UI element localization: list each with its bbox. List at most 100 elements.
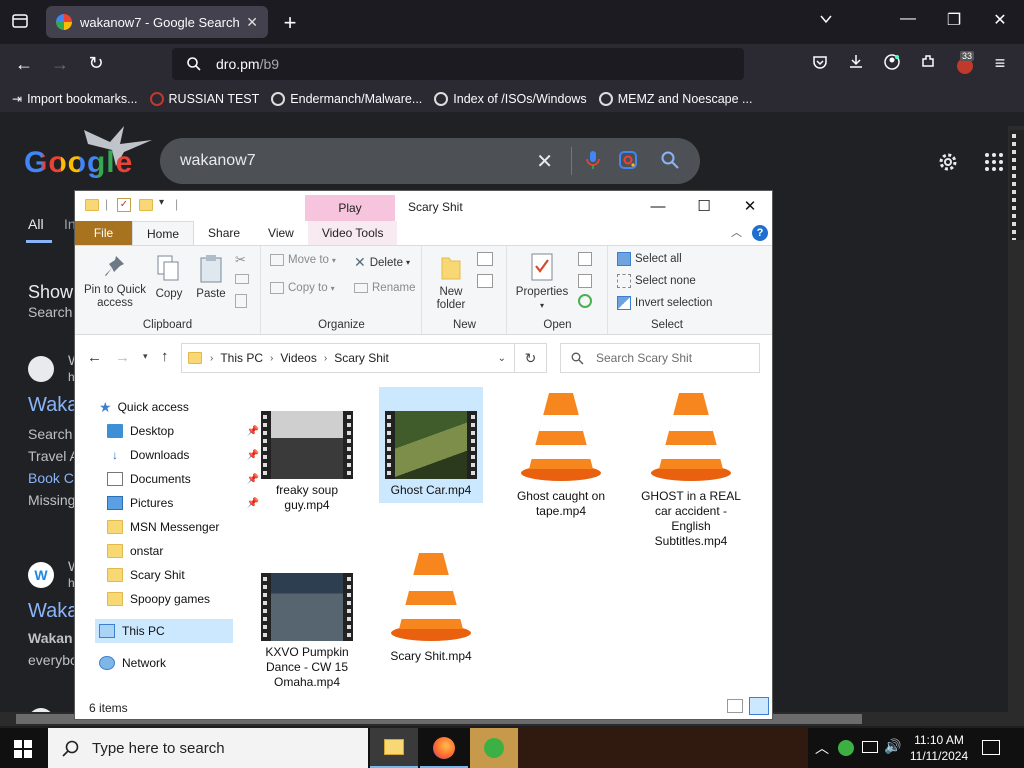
nav-downloads[interactable]: ↓ Downloads 📌	[107, 443, 263, 467]
paste-button[interactable]: Paste	[193, 254, 229, 301]
file-ghost-real-car-accident[interactable]: GHOST in a REAL car accident - English S…	[639, 389, 743, 549]
open-icon[interactable]	[578, 252, 592, 266]
details-view-icon[interactable]	[727, 699, 743, 713]
volume-icon[interactable]: 🔊	[884, 738, 902, 755]
msn-tray-icon[interactable]	[838, 740, 854, 756]
result2-link[interactable]: Waka	[28, 600, 78, 623]
new-folder-button[interactable]: New folder	[427, 252, 475, 312]
tab-video-tools[interactable]: Video Tools	[307, 221, 398, 245]
cut-icon[interactable]: ✂	[235, 252, 246, 268]
apps-grid-icon[interactable]	[984, 152, 1004, 175]
refresh-icon[interactable]: ↻	[515, 343, 547, 373]
bookmark-russian-test[interactable]: RUSSIAN TEST	[149, 92, 259, 106]
settings-gear-icon[interactable]	[936, 150, 960, 177]
extensions-icon[interactable]	[916, 53, 940, 74]
downloads-icon[interactable]	[844, 53, 868, 74]
breadcrumb-videos[interactable]: Videos	[280, 351, 316, 365]
collapse-ribbon-icon[interactable]: ︿	[731, 224, 742, 245]
paste-shortcut-icon[interactable]	[235, 294, 247, 308]
close-browser-icon[interactable]: ✕	[990, 10, 1010, 30]
copy-button[interactable]: Copy	[153, 254, 185, 301]
back-icon[interactable]: ←	[12, 54, 36, 75]
menu-hamburger-icon[interactable]: ≡	[988, 53, 1012, 74]
select-all-button[interactable]: Select all	[617, 252, 682, 266]
file-freaky-soup-guy[interactable]: freaky soup guy.mp4	[255, 411, 359, 513]
new-folder-icon[interactable]	[139, 199, 153, 211]
taskbar-search-box[interactable]: Type here to search	[48, 728, 368, 768]
file-ghost-caught-on-tape[interactable]: Ghost caught on tape.mp4	[509, 389, 613, 519]
network-tray-icon[interactable]	[862, 741, 878, 753]
url-bar[interactable]: dro.pm/b9	[172, 48, 744, 80]
reload-icon[interactable]: ↻	[84, 53, 108, 74]
chevron-down-icon[interactable]	[816, 12, 836, 31]
tab-view[interactable]: View	[254, 221, 308, 245]
up-arrow-icon[interactable]: ↑	[161, 348, 169, 365]
search-icon[interactable]	[660, 150, 680, 173]
chevron-up-icon[interactable]: ︿	[814, 738, 830, 758]
account-icon[interactable]	[880, 53, 904, 76]
move-to-button[interactable]: Move to ▾	[270, 254, 336, 266]
select-none-button[interactable]: Select none	[617, 274, 696, 288]
history-icon[interactable]	[578, 294, 592, 308]
file-ghost-car-selected[interactable]: Ghost Car.mp4	[379, 387, 483, 503]
clock[interactable]: 11:10 AM 11/11/2024	[906, 732, 972, 764]
restore-browser-icon[interactable]: ❐	[944, 10, 964, 30]
google-lens-icon[interactable]	[618, 150, 638, 173]
nav-desktop[interactable]: Desktop 📌	[107, 419, 263, 443]
bookmark-endermanch[interactable]: Endermanch/Malware...	[271, 92, 422, 106]
breadcrumb-this-pc[interactable]: This PC	[220, 351, 263, 365]
breadcrumb-scary-shit[interactable]: Scary Shit	[334, 351, 389, 365]
copy-to-button[interactable]: Copy to ▾	[270, 282, 335, 294]
properties-button[interactable]: Properties ▾	[512, 252, 572, 312]
pin-to-quick-access-button[interactable]: Pin to Quick access	[81, 254, 149, 310]
delete-button[interactable]: ✕ Delete ▾	[354, 254, 410, 271]
back-arrow-icon[interactable]: ←	[87, 349, 102, 366]
edit-icon[interactable]	[578, 274, 592, 288]
start-windows-icon[interactable]	[14, 740, 32, 761]
nav-scary-shit[interactable]: Scary Shit	[107, 563, 263, 587]
taskbar-msn[interactable]	[470, 728, 518, 768]
nav-pictures[interactable]: Pictures 📌	[107, 491, 263, 515]
taskbar-firefox[interactable]	[420, 728, 468, 768]
google-search-box[interactable]: wakanow7 ✕	[160, 138, 700, 184]
properties-check-icon[interactable]: ✓	[117, 198, 131, 212]
explorer-search-box[interactable]: Search Scary Shit	[560, 343, 760, 373]
result1-link[interactable]: Waka	[28, 394, 78, 417]
close-window-icon[interactable]: ✕	[727, 195, 773, 217]
nav-spoopy-games[interactable]: Spoopy games	[107, 587, 263, 611]
taskbar-file-explorer[interactable]	[370, 728, 418, 768]
minimize-browser-icon[interactable]: —	[898, 10, 918, 28]
notifications-icon[interactable]	[982, 740, 1000, 755]
pocket-icon[interactable]	[808, 54, 832, 75]
help-icon[interactable]: ?	[752, 225, 768, 241]
recent-locations-icon[interactable]: ▾	[143, 351, 148, 362]
google-logo[interactable]: Google	[24, 146, 133, 180]
copy-path-icon[interactable]	[235, 274, 249, 284]
explorer-title-bar[interactable]: | ✓ ▾ | Play Scary Shit — ☐ ✕	[75, 191, 772, 221]
scrollbar-thumb[interactable]	[1010, 130, 1024, 240]
microphone-icon[interactable]	[586, 150, 600, 173]
nav-onstar[interactable]: onstar	[107, 539, 263, 563]
new-tab-icon[interactable]: +	[280, 10, 300, 36]
tab-list-icon[interactable]	[8, 12, 32, 35]
tab-all[interactable]: All	[28, 216, 44, 232]
page-vertical-scrollbar[interactable]	[1008, 126, 1024, 722]
tab-home[interactable]: Home	[132, 221, 195, 245]
maximize-window-icon[interactable]: ☐	[681, 195, 727, 217]
minimize-window-icon[interactable]: —	[635, 195, 681, 217]
invert-selection-button[interactable]: Invert selection	[617, 296, 712, 310]
close-tab-icon[interactable]: ✕	[246, 14, 258, 31]
address-bar[interactable]: › This PC › Videos › Scary Shit ⌄	[181, 343, 515, 373]
large-icons-view-icon[interactable]	[749, 697, 769, 715]
forward-icon[interactable]: →	[48, 54, 72, 75]
tab-share[interactable]: Share	[194, 221, 254, 245]
quick-access-dropdown-icon[interactable]: ▾	[159, 197, 164, 208]
result1-snippet-3[interactable]: Book C	[28, 470, 74, 486]
nav-network[interactable]: Network	[99, 651, 255, 675]
file-kxvo-pumpkin-dance[interactable]: KXVO Pumpkin Dance - CW 15 Omaha.mp4	[255, 573, 359, 690]
nav-quick-access[interactable]: ★ Quick access	[99, 395, 255, 419]
bookmark-memz[interactable]: MEMZ and Noescape ...	[598, 92, 752, 106]
new-item-icon[interactable]	[477, 252, 493, 266]
nav-msn-messenger[interactable]: MSN Messenger	[107, 515, 263, 539]
easy-access-icon[interactable]	[477, 274, 493, 288]
